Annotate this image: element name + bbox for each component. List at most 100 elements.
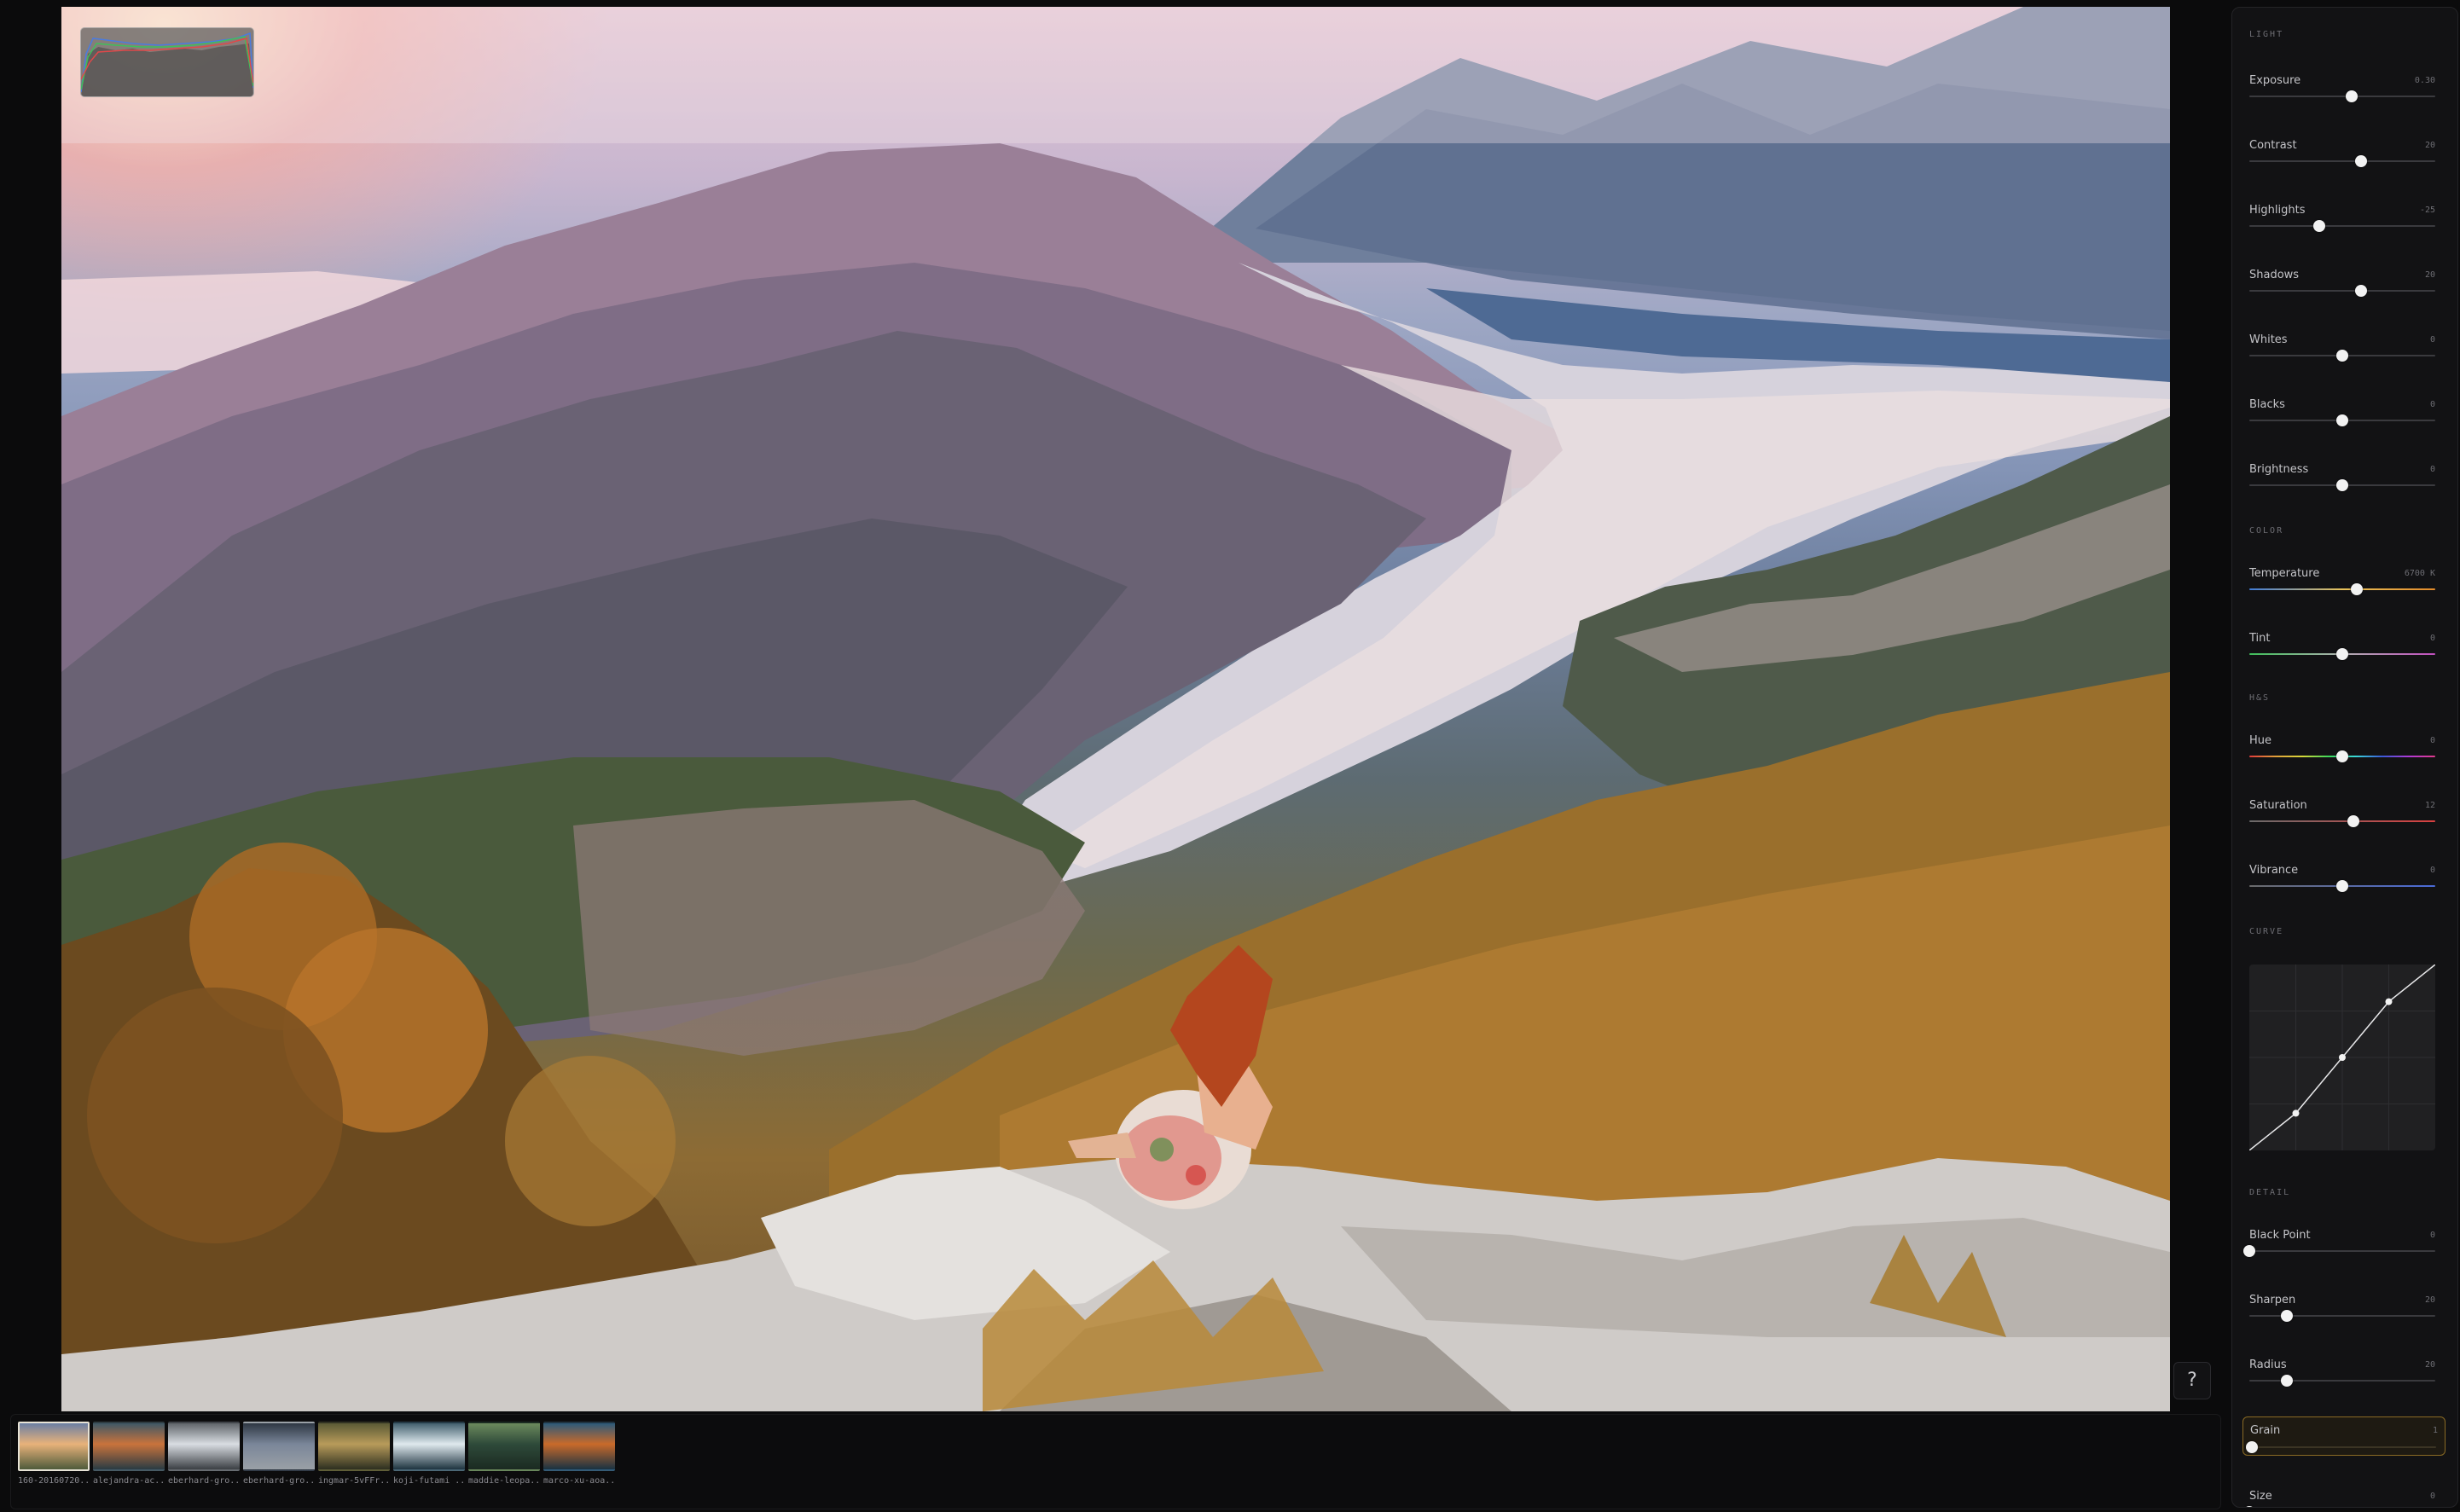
thumbnail-caption: eberhard-gro.. bbox=[168, 1476, 240, 1486]
filmstrip-thumbnail[interactable]: eberhard-gro.. bbox=[168, 1422, 240, 1486]
grain-knob[interactable] bbox=[2246, 1441, 2259, 1453]
tone-curve-graph[interactable] bbox=[2249, 965, 2435, 1150]
blackpoint-knob[interactable] bbox=[2243, 1245, 2255, 1257]
tint-slider[interactable]: Tint 0 bbox=[2249, 632, 2435, 675]
thumbnail-image[interactable] bbox=[93, 1422, 165, 1471]
hue-knob[interactable] bbox=[2336, 750, 2348, 762]
vibrance-label: Vibrance bbox=[2249, 864, 2299, 877]
thumbnail-image[interactable] bbox=[318, 1422, 390, 1471]
section-title-color: COLOR bbox=[2249, 526, 2284, 536]
saturation-slider[interactable]: Saturation 12 bbox=[2249, 799, 2435, 842]
sharpen-slider[interactable]: Sharpen 20 bbox=[2249, 1294, 2435, 1336]
highlights-track[interactable] bbox=[2249, 225, 2435, 227]
filmstrip-thumbnail[interactable]: 160-20160720.. bbox=[18, 1422, 90, 1486]
blacks-value: 0 bbox=[2429, 400, 2435, 409]
sharpen-value: 20 bbox=[2424, 1295, 2435, 1305]
thumbnail-caption: alejandra-ac.. bbox=[93, 1476, 165, 1486]
filmstrip-thumbnail[interactable]: marco-xu-aoa.. bbox=[543, 1422, 615, 1486]
size-value: 0 bbox=[2429, 1492, 2435, 1501]
grain-slider[interactable]: Grain 1 bbox=[2242, 1416, 2445, 1456]
whites-knob[interactable] bbox=[2336, 350, 2348, 362]
thumbnail-image[interactable] bbox=[468, 1422, 540, 1471]
shadows-knob[interactable] bbox=[2354, 285, 2367, 297]
contrast-track[interactable] bbox=[2249, 160, 2435, 162]
radius-knob[interactable] bbox=[2280, 1375, 2293, 1387]
blackpoint-slider[interactable]: Black Point 0 bbox=[2243, 1229, 2435, 1272]
contrast-slider[interactable]: Contrast 20 bbox=[2249, 139, 2435, 182]
shadows-value: 20 bbox=[2424, 270, 2435, 280]
adjustments-panel: LIGHT Exposure 0.30 Contrast 20 Highlights… bbox=[2231, 7, 2458, 1508]
filmstrip: 160-20160720.. alejandra-ac.. eberhard-gro… bbox=[10, 1414, 2221, 1509]
exposure-slider[interactable]: Exposure 0.30 bbox=[2249, 74, 2435, 117]
saturation-knob[interactable] bbox=[2347, 815, 2360, 827]
blacks-knob[interactable] bbox=[2336, 414, 2348, 426]
brightness-slider[interactable]: Brightness 0 bbox=[2249, 463, 2435, 506]
grain-value: 1 bbox=[2432, 1426, 2438, 1435]
highlights-value: -25 bbox=[2419, 206, 2435, 215]
sharpen-knob[interactable] bbox=[2280, 1310, 2293, 1322]
thumbnail-image[interactable] bbox=[393, 1422, 465, 1471]
section-title-curve: CURVE bbox=[2249, 927, 2284, 936]
filmstrip-thumbnail[interactable]: maddie-leopa.. bbox=[468, 1422, 540, 1486]
whites-value: 0 bbox=[2429, 335, 2435, 345]
hue-slider[interactable]: Hue 0 bbox=[2249, 734, 2435, 777]
temperature-slider[interactable]: Temperature 6700 K bbox=[2249, 567, 2435, 610]
thumbnail-image[interactable] bbox=[543, 1422, 615, 1471]
temperature-value: 6700 K bbox=[2404, 569, 2435, 578]
thumbnail-caption: eberhard-gro.. bbox=[243, 1476, 315, 1486]
temperature-label: Temperature bbox=[2249, 567, 2320, 580]
brightness-knob[interactable] bbox=[2336, 479, 2348, 491]
exposure-value: 0.30 bbox=[2414, 76, 2435, 85]
shadows-slider[interactable]: Shadows 20 bbox=[2249, 269, 2435, 311]
filmstrip-thumbnail[interactable]: koji-futami .. bbox=[393, 1422, 465, 1486]
sharpen-track[interactable] bbox=[2249, 1315, 2435, 1317]
thumbnail-image[interactable] bbox=[18, 1422, 90, 1471]
thumbnail-caption: 160-20160720.. bbox=[18, 1476, 90, 1486]
contrast-knob[interactable] bbox=[2354, 155, 2367, 167]
tone-curve-editor[interactable] bbox=[2249, 965, 2435, 1150]
radius-value: 20 bbox=[2424, 1360, 2435, 1370]
size-knob[interactable] bbox=[2243, 1506, 2255, 1507]
blackpoint-label: Black Point bbox=[2249, 1229, 2311, 1242]
blackpoint-track[interactable] bbox=[2249, 1250, 2435, 1252]
thumbnail-caption: marco-xu-aoa.. bbox=[543, 1476, 615, 1486]
radius-slider[interactable]: Radius 20 bbox=[2249, 1358, 2435, 1401]
filmstrip-thumbnail[interactable]: eberhard-gro.. bbox=[243, 1422, 315, 1486]
main-photo[interactable] bbox=[61, 7, 2170, 1411]
tint-label: Tint bbox=[2249, 632, 2271, 645]
tone-curve-point[interactable] bbox=[2292, 1109, 2300, 1117]
vibrance-slider[interactable]: Vibrance 0 bbox=[2249, 864, 2435, 907]
histogram-overlay[interactable] bbox=[80, 27, 254, 97]
radius-track[interactable] bbox=[2249, 1380, 2435, 1382]
filmstrip-thumbnail[interactable]: ingmar-5vFFr.. bbox=[318, 1422, 390, 1486]
radius-label: Radius bbox=[2249, 1358, 2287, 1371]
vibrance-value: 0 bbox=[2429, 866, 2435, 875]
size-label: Size bbox=[2249, 1490, 2272, 1503]
thumbnail-image[interactable] bbox=[243, 1422, 315, 1471]
filmstrip-thumbnail[interactable]: alejandra-ac.. bbox=[93, 1422, 165, 1486]
thumbnail-image[interactable] bbox=[168, 1422, 240, 1471]
tone-curve-point[interactable] bbox=[2385, 998, 2393, 1005]
blacks-label: Blacks bbox=[2249, 398, 2285, 411]
temperature-knob[interactable] bbox=[2351, 583, 2364, 595]
saturation-track[interactable] bbox=[2249, 820, 2435, 822]
blacks-slider[interactable]: Blacks 0 bbox=[2249, 398, 2435, 441]
thumbnail-caption: koji-futami .. bbox=[393, 1476, 465, 1486]
tint-value: 0 bbox=[2429, 634, 2435, 643]
histogram-graph bbox=[81, 32, 253, 96]
highlights-knob[interactable] bbox=[2312, 220, 2325, 232]
hue-value: 0 bbox=[2429, 736, 2435, 745]
exposure-label: Exposure bbox=[2249, 74, 2301, 87]
temperature-track[interactable] bbox=[2249, 588, 2435, 590]
exposure-track[interactable] bbox=[2249, 96, 2435, 97]
exposure-knob[interactable] bbox=[2345, 90, 2358, 102]
grain-track[interactable] bbox=[2250, 1446, 2436, 1448]
whites-slider[interactable]: Whites 0 bbox=[2249, 333, 2435, 376]
tint-knob[interactable] bbox=[2336, 648, 2348, 660]
vibrance-knob[interactable] bbox=[2336, 880, 2348, 892]
tone-curve-point[interactable] bbox=[2339, 1054, 2346, 1061]
shadows-track[interactable] bbox=[2249, 290, 2435, 292]
size-slider[interactable]: Size 0 bbox=[2243, 1490, 2435, 1507]
highlights-slider[interactable]: Highlights -25 bbox=[2249, 204, 2435, 246]
help-button[interactable]: ? bbox=[2173, 1362, 2211, 1399]
